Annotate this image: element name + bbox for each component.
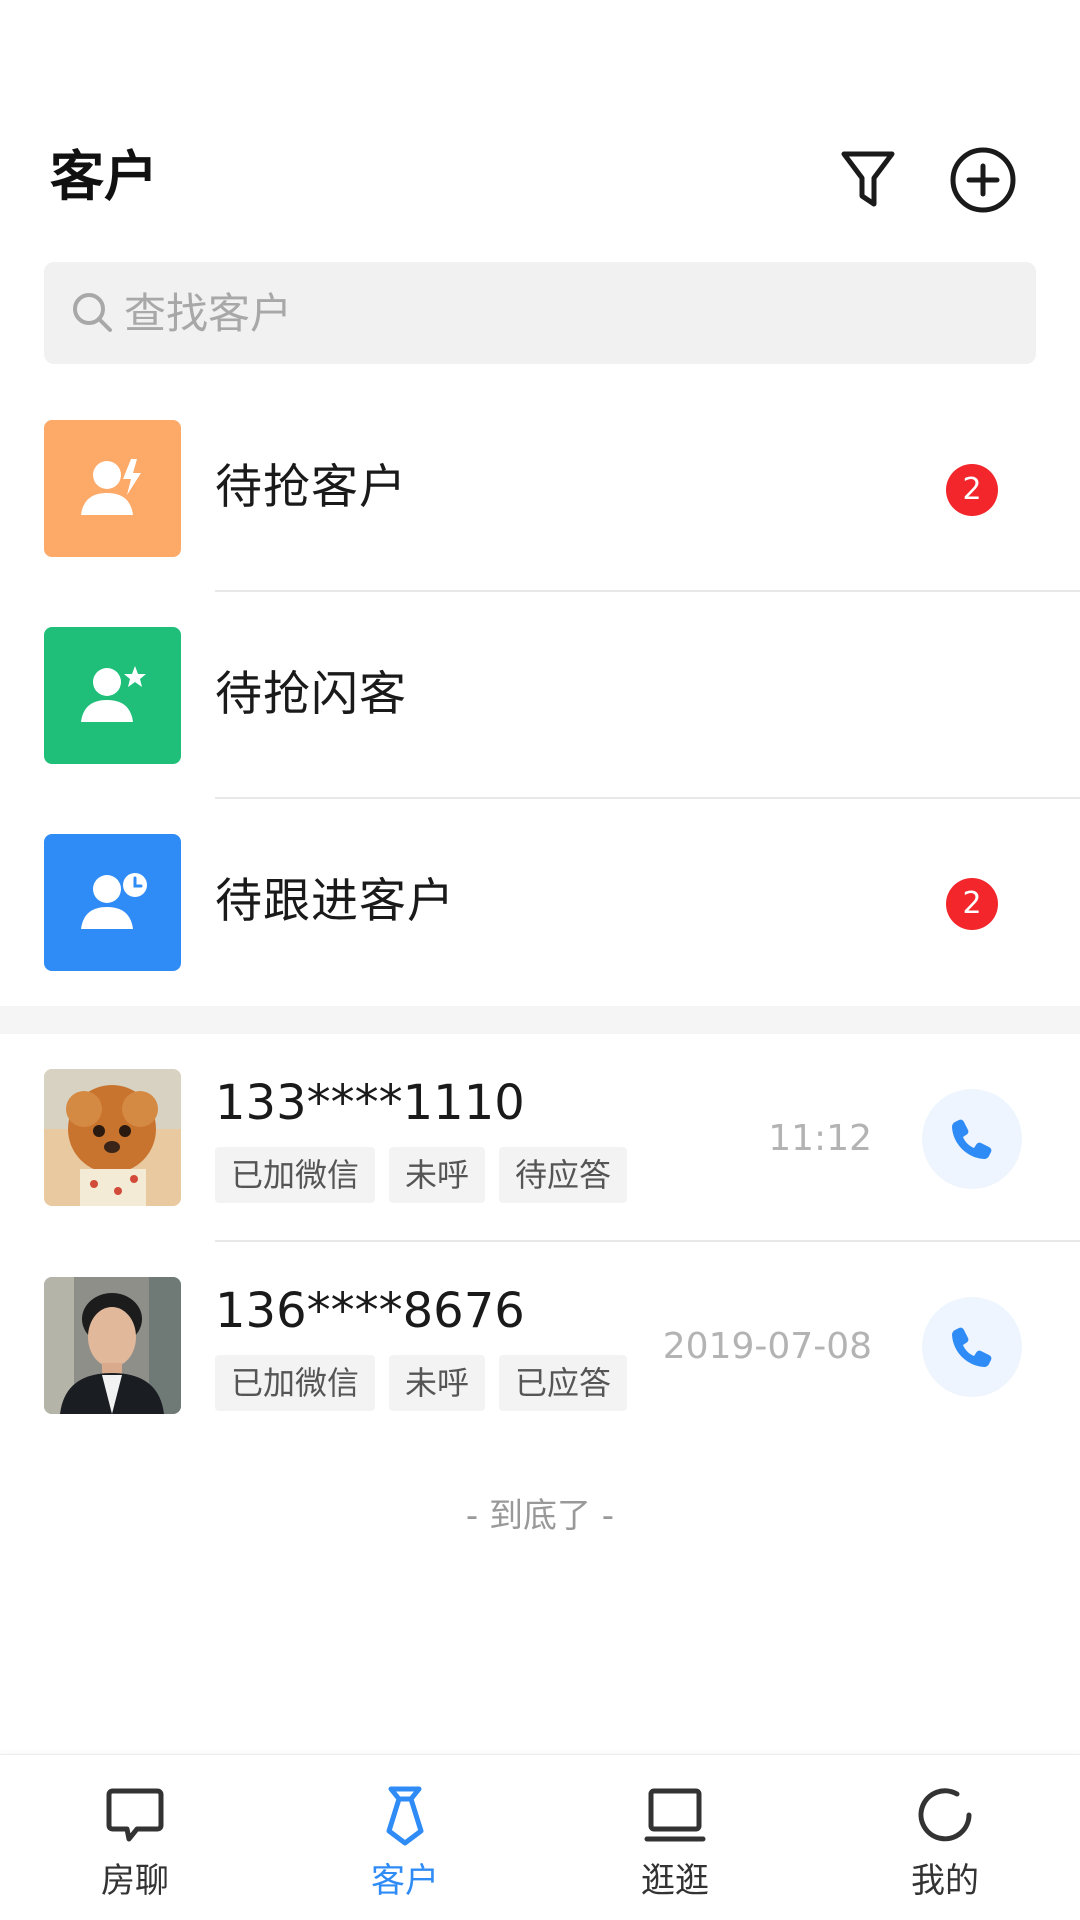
search-bar[interactable] <box>44 262 1036 364</box>
tab-label: 逛逛 <box>641 1861 709 1901</box>
timestamp: 2019-07-08 <box>662 1326 872 1367</box>
category-label: 待抢闪客 <box>215 667 407 722</box>
count-badge: 2 <box>946 464 998 516</box>
avatar <box>44 1069 181 1206</box>
bottom-tab-bar: 房聊 客户 逛逛 我的 <box>0 1754 1080 1920</box>
search-icon <box>73 293 112 332</box>
call-button[interactable] <box>922 1297 1022 1397</box>
divider <box>215 1240 1080 1242</box>
page-title: 客户 <box>50 145 158 208</box>
tab-profile[interactable]: 我的 <box>810 1755 1080 1920</box>
tag-answer-status: 已应答 <box>499 1355 628 1411</box>
avatar <box>44 1277 181 1414</box>
tab-browse[interactable]: 逛逛 <box>540 1755 810 1920</box>
timestamp: 11:12 <box>768 1118 872 1159</box>
tie-icon <box>386 1786 424 1846</box>
user-star-icon <box>44 627 181 764</box>
profile-circle-icon <box>918 1788 972 1842</box>
tab-customers[interactable]: 客户 <box>270 1755 540 1920</box>
customer-phone: 136****8676 <box>215 1283 525 1339</box>
tab-label: 我的 <box>911 1861 979 1901</box>
phone-icon <box>952 1119 992 1159</box>
tag-list: 已加微信 未呼 待应答 <box>215 1147 628 1203</box>
call-button[interactable] <box>922 1089 1022 1189</box>
category-item-pending-grab[interactable]: 待抢客户 2 <box>0 420 1080 626</box>
filter-icon[interactable] <box>830 142 906 218</box>
divider <box>215 590 1080 592</box>
tag-wechat-status: 已加微信 <box>215 1147 376 1203</box>
section-divider <box>0 1006 1080 1034</box>
end-of-list-text: - 到底了 - <box>465 1496 615 1536</box>
laptop-icon <box>644 1788 706 1842</box>
tag-list: 已加微信 未呼 已应答 <box>215 1355 628 1411</box>
customer-row[interactable]: 136****8676 已加微信 未呼 已应答 2019-07-08 <box>0 1277 1080 1484</box>
customer-row[interactable]: 133****1110 已加微信 未呼 待应答 11:12 <box>0 1069 1080 1276</box>
customer-phone: 133****1110 <box>215 1075 525 1131</box>
tab-chat[interactable]: 房聊 <box>0 1755 270 1920</box>
category-label: 待跟进客户 <box>215 874 455 929</box>
add-icon[interactable] <box>945 142 1021 218</box>
chat-bubble-icon <box>106 1788 164 1842</box>
count-badge: 2 <box>946 878 998 930</box>
tag-wechat-status: 已加微信 <box>215 1355 376 1411</box>
header: 客户 <box>0 0 1080 250</box>
phone-icon <box>952 1327 992 1367</box>
user-lightning-icon <box>44 420 181 557</box>
divider <box>215 797 1080 799</box>
user-clock-icon <box>44 834 181 971</box>
search-input[interactable] <box>124 262 1004 364</box>
tab-label: 客户 <box>371 1861 439 1901</box>
category-item-flash-guests[interactable]: 待抢闪客 <box>0 627 1080 833</box>
tag-call-status: 未呼 <box>389 1147 486 1203</box>
tag-call-status: 未呼 <box>389 1355 486 1411</box>
tag-answer-status: 待应答 <box>499 1147 628 1203</box>
tab-label: 房聊 <box>101 1861 169 1901</box>
category-label: 待抢客户 <box>215 460 407 515</box>
